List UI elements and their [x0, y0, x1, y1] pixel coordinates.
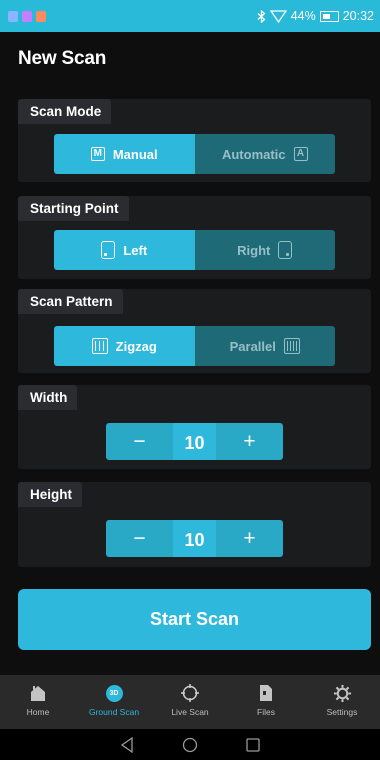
gear-icon [331, 682, 353, 704]
scan-pattern-toggle: Zigzag Parallel [54, 326, 335, 366]
scan-mode-label: Scan Mode [18, 99, 112, 124]
scan-mode-manual-label: Manual [112, 146, 158, 162]
scan-pattern-parallel-label: Parallel [229, 338, 276, 354]
tab-files-label: Files [257, 707, 275, 717]
app-notification-icon [22, 10, 32, 22]
scan-mode-section: Scan Mode M Manual Automatic A [18, 99, 371, 182]
starting-point-left-option[interactable]: Left [54, 230, 195, 270]
signal-icon [269, 9, 287, 23]
width-value[interactable]: 10 [173, 423, 216, 460]
3d-icon-text: 3D [105, 684, 123, 702]
back-icon[interactable] [120, 736, 134, 753]
tab-live-scan[interactable]: Live Scan [152, 675, 228, 729]
3d-icon: 3D [103, 682, 125, 704]
starting-point-section: Starting Point Left Right [18, 196, 371, 279]
starting-point-toggle: Left Right [54, 230, 335, 270]
width-decrement-button[interactable]: − [106, 423, 173, 460]
phone-right-icon [278, 241, 293, 259]
width-increment-button[interactable]: + [216, 423, 283, 460]
notification-icons [8, 10, 46, 22]
width-stepper: − 10 + [106, 423, 283, 460]
tab-files[interactable]: Files [228, 675, 304, 729]
crosshair-icon [179, 682, 201, 704]
tab-live-scan-label: Live Scan [171, 707, 209, 717]
file-icon [255, 682, 277, 704]
height-stepper: − 10 + [106, 520, 283, 557]
height-increment-button[interactable]: + [216, 520, 283, 557]
scan-pattern-section: Scan Pattern Zigzag Parallel [18, 289, 371, 373]
width-section: Width − 10 + [18, 385, 371, 469]
automatic-icon: A [293, 147, 308, 161]
scan-mode-automatic-label: Automatic [221, 146, 286, 162]
scan-pattern-label: Scan Pattern [18, 289, 123, 314]
system-nav-bar [0, 729, 380, 760]
app-notification-icon [8, 10, 18, 22]
scan-mode-manual-option[interactable]: M Manual [54, 134, 195, 174]
app-notification-icon [36, 10, 46, 22]
recents-icon[interactable] [246, 737, 260, 752]
tab-ground-scan[interactable]: 3D Ground Scan [76, 675, 152, 729]
starting-point-right-option[interactable]: Right [194, 230, 335, 270]
manual-icon: M [90, 147, 105, 161]
height-decrement-button[interactable]: − [106, 520, 173, 557]
scan-pattern-zigzag-option[interactable]: Zigzag [54, 326, 195, 366]
status-indicators: 44% 20:32 [257, 9, 374, 23]
parallel-icon [283, 338, 300, 354]
battery-percent: 44% [290, 9, 316, 23]
page-title: New Scan [18, 48, 107, 69]
battery-icon [319, 10, 339, 22]
scan-mode-toggle: M Manual Automatic A [54, 134, 335, 174]
phone-left-icon [101, 241, 116, 259]
home-circle-icon[interactable] [182, 737, 198, 753]
tab-home-label: Home [26, 707, 50, 717]
starting-point-label: Starting Point [18, 196, 129, 221]
zigzag-icon [91, 338, 108, 354]
width-label: Width [18, 385, 78, 410]
start-scan-button[interactable]: Start Scan [18, 589, 371, 650]
tab-settings-label: Settings [326, 707, 358, 717]
tab-settings[interactable]: Settings [304, 675, 380, 729]
scan-pattern-zigzag-label: Zigzag [115, 338, 157, 354]
home-icon [27, 682, 49, 704]
clock: 20:32 [342, 9, 374, 23]
height-section: Height − 10 + [18, 482, 371, 567]
tab-ground-scan-label: Ground Scan [88, 707, 140, 717]
status-bar: 44% 20:32 [0, 0, 380, 32]
bluetooth-icon [257, 9, 266, 23]
starting-point-right-label: Right [237, 242, 271, 258]
bottom-tab-bar: Home 3D Ground Scan Live Scan Files Sett… [0, 675, 380, 729]
starting-point-left-label: Left [123, 242, 148, 258]
scan-pattern-parallel-option[interactable]: Parallel [194, 326, 335, 366]
height-label: Height [18, 482, 82, 507]
tab-home[interactable]: Home [0, 675, 76, 729]
height-value[interactable]: 10 [173, 520, 216, 557]
scan-mode-automatic-option[interactable]: Automatic A [194, 134, 335, 174]
